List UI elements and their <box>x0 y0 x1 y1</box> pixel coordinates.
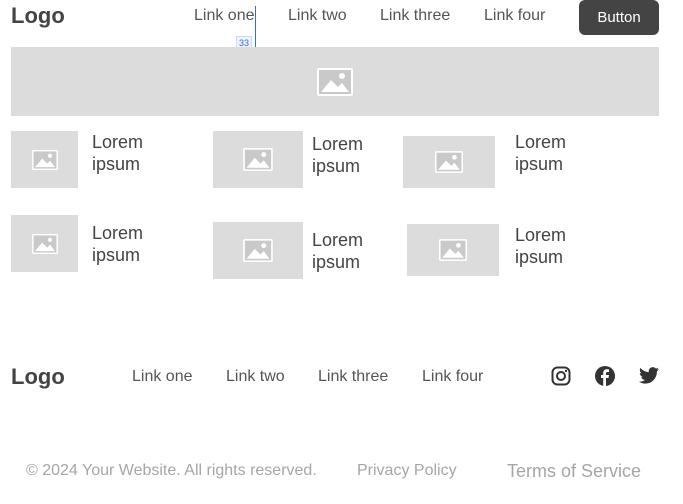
header-link-four[interactable]: Link four <box>484 7 545 25</box>
privacy-policy-link[interactable]: Privacy Policy <box>357 462 457 480</box>
header-logo[interactable]: Logo <box>11 3 65 29</box>
copyright-text: © 2024 Your Website. All rights reserved… <box>26 462 317 479</box>
header-link-one[interactable]: Link one <box>194 7 255 25</box>
header-link-three[interactable]: Link three <box>380 7 450 25</box>
header-link-two[interactable]: Link two <box>288 7 347 25</box>
image-icon <box>317 67 353 96</box>
card-title: Lorem ipsum <box>515 132 567 174</box>
image-icon <box>439 239 467 261</box>
card-title: Lorem ipsum <box>92 132 144 174</box>
footer-link-four[interactable]: Link four <box>422 368 483 386</box>
card-image-placeholder <box>213 222 303 279</box>
facebook-icon[interactable] <box>595 366 615 386</box>
card-title: Lorem ipsum <box>515 225 567 267</box>
image-icon <box>31 233 58 254</box>
image-icon <box>31 149 58 170</box>
footer-link-three[interactable]: Link three <box>318 368 388 386</box>
card-image-placeholder <box>403 136 495 188</box>
image-icon <box>243 148 273 171</box>
twitter-icon[interactable] <box>639 367 659 384</box>
header-button[interactable]: Button <box>579 0 659 35</box>
card-title: Lorem ipsum <box>92 223 144 265</box>
instagram-icon[interactable] <box>551 366 571 386</box>
hero-image-placeholder <box>11 47 659 116</box>
card-title: Lorem ipsum <box>312 230 364 272</box>
card-image-placeholder <box>213 131 303 188</box>
image-icon <box>243 239 273 262</box>
card-image-placeholder <box>11 131 78 188</box>
card-image-placeholder <box>11 215 78 272</box>
card-title: Lorem ipsum <box>312 134 364 176</box>
image-icon <box>435 151 463 173</box>
terms-of-service-link[interactable]: Terms of Service <box>507 461 641 482</box>
footer-logo[interactable]: Logo <box>11 364 65 390</box>
footer-link-two[interactable]: Link two <box>226 368 285 386</box>
footer-link-one[interactable]: Link one <box>132 368 193 386</box>
card-image-placeholder <box>407 224 499 276</box>
